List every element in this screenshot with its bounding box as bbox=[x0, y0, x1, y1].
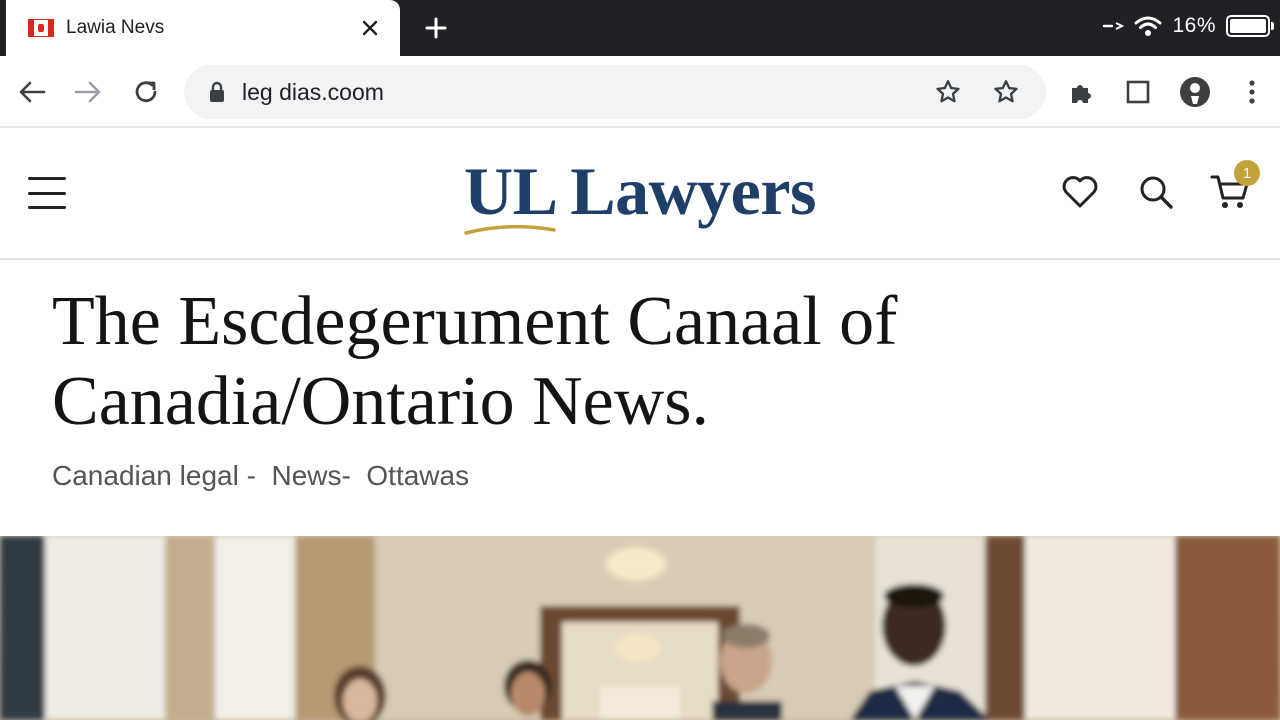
square-icon[interactable] bbox=[1118, 72, 1158, 112]
article-headline: The Escdegerument Canaal of Canadia/Onta… bbox=[52, 283, 898, 440]
office-hallway-photo bbox=[0, 536, 1280, 720]
new-tab-button[interactable] bbox=[420, 12, 452, 44]
address-bar[interactable]: leg dias.coom bbox=[184, 65, 1046, 119]
breadcrumb-item[interactable]: News- bbox=[264, 460, 359, 492]
hero-image bbox=[0, 536, 1280, 720]
article-header: The Escdegerument Canaal of Canadia/Onta… bbox=[0, 262, 1280, 536]
cart-button[interactable]: 1 bbox=[1208, 160, 1260, 214]
url-text: leg dias.coom bbox=[242, 78, 384, 105]
breadcrumb-item[interactable]: Canadian legal - bbox=[52, 460, 264, 492]
reload-icon[interactable] bbox=[126, 72, 166, 112]
browser-tab-active[interactable]: Lawia Nevs bbox=[6, 0, 400, 56]
system-status: 16% bbox=[1102, 0, 1274, 52]
breadcrumb: Canadian legal - News- Ottawas bbox=[52, 460, 469, 492]
signal-icon bbox=[1103, 22, 1125, 30]
search-icon[interactable] bbox=[1134, 170, 1178, 214]
browser-toolbar: leg dias.coom bbox=[0, 56, 1280, 128]
profile-icon[interactable] bbox=[1175, 72, 1215, 112]
back-arrow-icon[interactable] bbox=[12, 72, 52, 112]
bookmark-star-icon[interactable] bbox=[986, 72, 1026, 112]
heart-icon[interactable] bbox=[1058, 170, 1102, 214]
star-icon[interactable] bbox=[928, 72, 968, 112]
browser-tab-strip: Lawia Nevs 16% bbox=[0, 0, 1280, 56]
tab-title: Lawia Nevs bbox=[66, 17, 165, 38]
kebab-menu-icon[interactable] bbox=[1232, 72, 1272, 112]
lock-icon bbox=[210, 81, 224, 102]
plus-icon bbox=[425, 17, 447, 39]
logo-swoosh-icon bbox=[464, 224, 556, 235]
site-header: UL Lawyers 1 bbox=[0, 130, 1280, 260]
forward-arrow-icon[interactable] bbox=[68, 72, 108, 112]
wifi-icon bbox=[1134, 16, 1162, 36]
logo-text: UL Lawyers bbox=[464, 153, 817, 229]
canada-flag-icon bbox=[28, 19, 54, 37]
puzzle-icon[interactable] bbox=[1062, 72, 1102, 112]
battery-percent: 16% bbox=[1172, 14, 1216, 37]
close-icon[interactable] bbox=[358, 16, 382, 40]
breadcrumb-item[interactable]: Ottawas bbox=[359, 460, 469, 492]
battery-icon bbox=[1226, 15, 1274, 37]
cart-count-badge: 1 bbox=[1234, 160, 1260, 186]
